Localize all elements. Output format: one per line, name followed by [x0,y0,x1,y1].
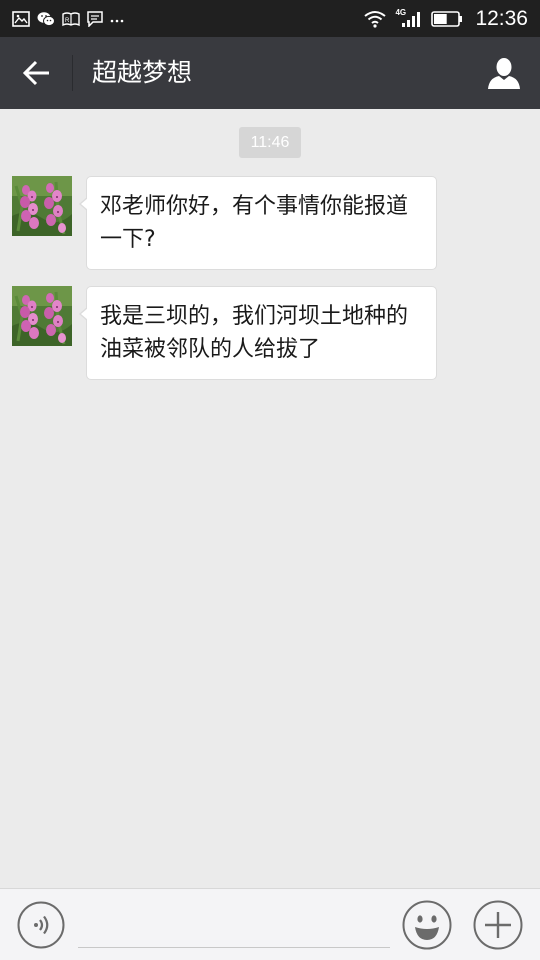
svg-text:R: R [65,18,70,24]
chat-header: 超越梦想 [0,37,540,109]
back-button[interactable] [14,51,60,95]
wifi-icon [364,10,387,28]
voice-icon [17,901,65,949]
message-bubble[interactable]: 邓老师你好，有个事情你能报道一下? [79,176,437,270]
foxglove-flower-avatar [12,286,72,346]
avatar[interactable] [12,286,72,346]
person-icon [488,58,520,89]
message-bubble[interactable]: 我是三坝的，我们河坝土地种的油菜被邻队的人给拔了 [79,286,437,380]
plus-icon [473,900,523,950]
status-bar: R 4G 12:36 [0,0,540,37]
message-row: 邓老师你好，有个事情你能报道一下? [0,176,540,270]
message-timestamp: 11:46 [239,127,301,158]
signal-icon: 4G [395,8,423,29]
message-row: 我是三坝的，我们河坝土地种的油菜被邻队的人给拔了 [0,286,540,380]
arrow-left-icon [23,60,49,86]
image-icon [12,11,30,27]
foxglove-flower-avatar [12,176,72,236]
message-input[interactable] [78,899,390,948]
header-divider [72,55,73,91]
clock: 12:36 [475,6,528,30]
chat-title: 超越梦想 [92,58,193,87]
more-functions-button[interactable] [473,900,523,950]
wechat-icon [37,12,55,27]
system-indicators: 4G 12:36 [363,0,528,37]
reader-icon: R [62,12,80,27]
message-list[interactable]: 11:46 邓老师你好，有个事情你能报道一下? 我是三坝的，我们河坝土地种的油菜… [0,109,540,888]
voice-input-button[interactable] [17,901,65,949]
chat-info-button[interactable] [484,53,524,93]
notification-icons: R [12,9,124,29]
message-icon [87,11,103,27]
input-toolbar [0,888,540,960]
emoji-button[interactable] [402,900,452,950]
emoji-icon [402,900,452,950]
battery-icon [431,10,463,27]
more-dots-icon [110,19,124,23]
avatar[interactable] [12,176,72,236]
